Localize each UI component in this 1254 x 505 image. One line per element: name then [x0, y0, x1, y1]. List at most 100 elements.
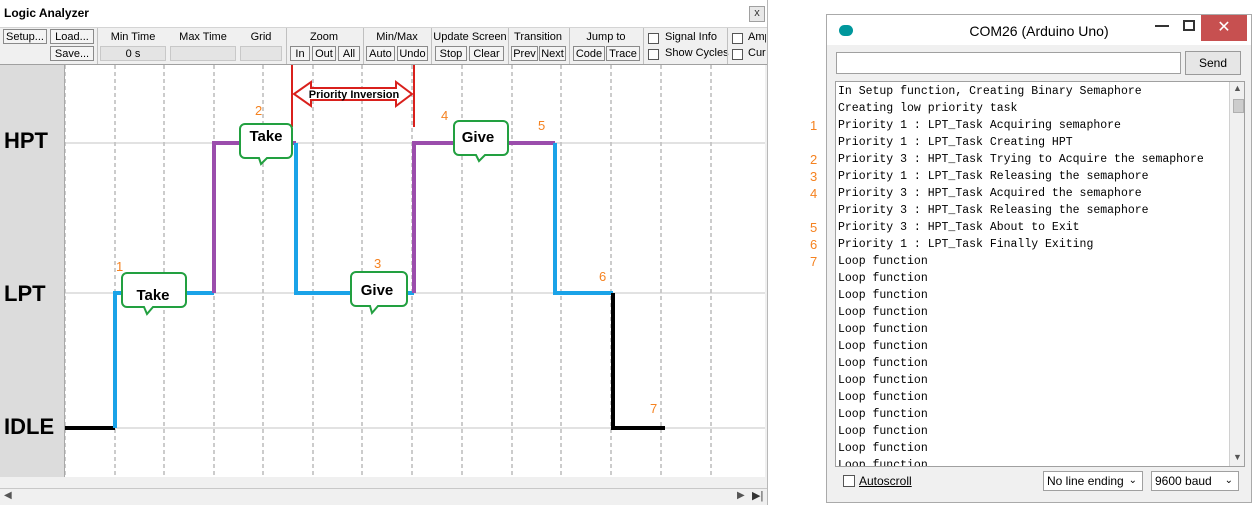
- serial-monitor-window: COM26 (Arduino Uno) ✕ Send In Setup func…: [826, 14, 1252, 503]
- send-button[interactable]: Send: [1185, 51, 1241, 75]
- bubble-label-take: Take: [249, 128, 282, 145]
- signal-name-hpt[interactable]: HPT: [4, 128, 48, 154]
- transition-label: Transition: [514, 31, 562, 43]
- amp-checkbox[interactable]: [732, 33, 743, 44]
- scroll-up-icon[interactable]: ▲: [1233, 83, 1242, 93]
- close-icon: x: [754, 7, 760, 19]
- serial-output-line: Priority 1 : LPT_Task Creating HPT: [838, 136, 1073, 149]
- serial-output-line: Loop function: [838, 357, 928, 370]
- update-screen-label: Update Screen: [433, 31, 507, 43]
- window-title: Logic Analyzer: [4, 6, 89, 20]
- vertical-scrollbar[interactable]: ▲ ▼: [1229, 82, 1244, 466]
- setup-button[interactable]: Setup...: [3, 29, 47, 44]
- serial-output-line: Loop function: [838, 391, 928, 404]
- serial-output-line: Loop function: [838, 459, 928, 467]
- logic-analyzer-window: Logic Analyzer x Setup... Load... Save..…: [0, 0, 768, 505]
- serial-monitor-titlebar: COM26 (Arduino Uno) ✕: [827, 15, 1251, 45]
- signal-name-idle[interactable]: IDLE: [4, 414, 54, 440]
- event-marker-4: 4: [441, 108, 448, 123]
- chevron-down-icon: ⌄: [1128, 475, 1137, 486]
- minmax-undo-button[interactable]: Undo: [397, 46, 428, 61]
- serial-output-line: Priority 3 : HPT_Task Releasing the sema…: [838, 204, 1149, 217]
- scroll-left-icon[interactable]: ◀: [4, 490, 12, 501]
- serial-output-line: Loop function: [838, 340, 928, 353]
- horizontal-scrollbar[interactable]: ◀ ▶ ▶|: [0, 488, 767, 505]
- grid-field: [240, 46, 282, 61]
- show-cycles-checkbox[interactable]: [648, 49, 659, 60]
- load-button[interactable]: Load...: [50, 29, 94, 44]
- waveform-plot[interactable]: Priority Inversion Take Take Give Give 1…: [65, 65, 765, 477]
- zoom-out-button[interactable]: Out: [312, 46, 336, 61]
- close-button[interactable]: ✕: [1201, 15, 1247, 41]
- speech-bubble: Take: [121, 272, 187, 316]
- scroll-thumb[interactable]: [1233, 99, 1244, 113]
- serial-output-line: Loop function: [838, 442, 928, 455]
- serial-output-line: Priority 3 : HPT_Task Acquired the semap…: [838, 187, 1142, 200]
- line-marker-4: 4: [810, 186, 818, 201]
- zoom-label: Zoom: [309, 31, 339, 43]
- event-marker-1: 1: [116, 259, 123, 274]
- line-marker-column: 1 2 3 4 5 6 7: [810, 0, 824, 505]
- transition-next-button[interactable]: Next: [539, 46, 566, 61]
- serial-output-line: Loop function: [838, 306, 928, 319]
- transition-prev-button[interactable]: Prev: [511, 46, 538, 61]
- signal-name-panel: HPT LPT IDLE: [0, 65, 65, 477]
- line-marker-1: 1: [810, 118, 818, 133]
- autoscroll-checkbox[interactable]: [843, 475, 855, 487]
- toolbar-divider: [286, 28, 287, 64]
- cur-checkbox[interactable]: [732, 49, 743, 60]
- signal-info-checkbox[interactable]: [648, 33, 659, 44]
- bubble-label-take: Take: [136, 287, 169, 304]
- waveform-canvas: Priority Inversion Take Take Give Give 1…: [65, 65, 765, 477]
- signal-name-lpt[interactable]: LPT: [4, 281, 46, 307]
- scroll-end-icon[interactable]: ▶|: [752, 489, 763, 502]
- amp-label: Amp: [748, 31, 766, 43]
- min-time-label: Min Time: [110, 31, 156, 43]
- minmax-auto-button[interactable]: Auto: [366, 46, 395, 61]
- baud-rate-select[interactable]: 9600 baud ⌄: [1151, 471, 1239, 491]
- analyzer-toolbar: Setup... Load... Save... Min Time 0 s Ma…: [0, 28, 767, 65]
- close-icon: ✕: [1217, 19, 1231, 36]
- scroll-down-icon[interactable]: ▼: [1233, 452, 1242, 462]
- grid-label: Grid: [250, 31, 272, 43]
- serial-output-line: Priority 3 : HPT_Task About to Exit: [838, 221, 1080, 234]
- max-time-field: [170, 46, 236, 61]
- event-marker-5: 5: [538, 118, 545, 133]
- close-button[interactable]: x: [749, 6, 765, 22]
- hpt-trace: [412, 141, 555, 293]
- save-button[interactable]: Save...: [50, 46, 94, 61]
- serial-output-line: Loop function: [838, 289, 928, 302]
- baud-rate-value: 9600 baud: [1155, 474, 1212, 488]
- minimize-icon[interactable]: [1155, 23, 1169, 27]
- speech-bubble: Give: [453, 120, 509, 163]
- priority-inversion-arrow: Priority Inversion: [291, 65, 415, 127]
- priority-inversion-label: Priority Inversion: [309, 89, 400, 101]
- serial-output-line: Loop function: [838, 272, 928, 285]
- zoom-in-button[interactable]: In: [290, 46, 310, 61]
- serial-output-line: Priority 1 : LPT_Task Acquiring semaphor…: [838, 119, 1121, 132]
- chevron-down-icon: ⌄: [1224, 475, 1233, 486]
- serial-output-line: Priority 1 : LPT_Task Releasing the sema…: [838, 170, 1149, 183]
- line-ending-select[interactable]: No line ending ⌄: [1043, 471, 1143, 491]
- jump-code-button[interactable]: Code: [573, 46, 605, 61]
- toolbar-divider: [643, 28, 644, 64]
- scroll-right-icon[interactable]: ▶: [737, 490, 745, 501]
- jump-to-label: Jump to: [586, 31, 626, 43]
- lpt-trace: [294, 143, 414, 295]
- speech-bubble: Give: [350, 271, 408, 316]
- serial-output-line: Priority 1 : LPT_Task Finally Exiting: [838, 238, 1094, 251]
- serial-output-line: Loop function: [838, 425, 928, 438]
- event-marker-6: 6: [599, 269, 606, 284]
- maximize-icon[interactable]: [1183, 20, 1195, 31]
- jump-trace-button[interactable]: Trace: [606, 46, 640, 61]
- update-stop-button[interactable]: Stop: [435, 46, 467, 61]
- toolbar-divider: [97, 28, 98, 64]
- update-clear-button[interactable]: Clear: [469, 46, 504, 61]
- serial-input-field[interactable]: [836, 52, 1181, 74]
- line-marker-6: 6: [810, 237, 818, 252]
- serial-output-panel: In Setup function, Creating Binary Semap…: [835, 81, 1245, 467]
- serial-output-line: Loop function: [838, 408, 928, 421]
- zoom-all-button[interactable]: All: [338, 46, 360, 61]
- line-marker-5: 5: [810, 220, 818, 235]
- speech-bubble: Take: [239, 123, 293, 166]
